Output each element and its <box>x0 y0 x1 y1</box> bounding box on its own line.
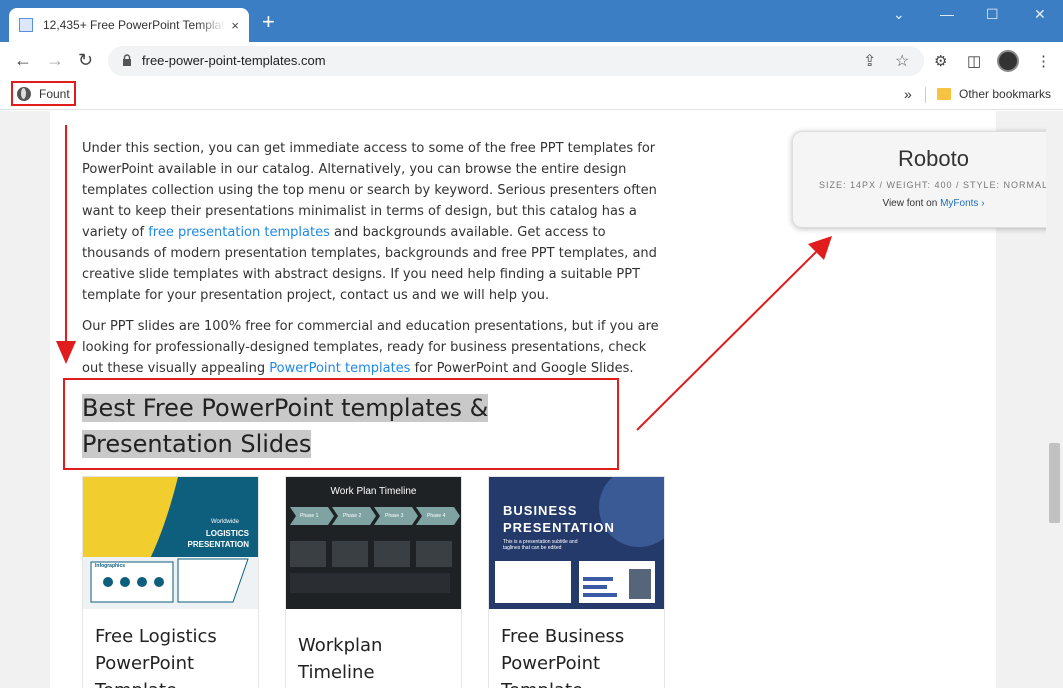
view-font-prefix: View font on <box>882 198 941 209</box>
font-name: Roboto <box>898 146 969 171</box>
folder-icon <box>937 88 951 100</box>
template-card-logistics[interactable]: Worldwide LOGISTICS PRESENTATION Infogra… <box>82 476 259 688</box>
share-icon[interactable]: ⇪ <box>863 51 876 71</box>
phase-1: Phase 1 <box>300 513 319 519</box>
lock-icon <box>123 54 131 66</box>
logistics-sub: Worldwide <box>211 519 239 525</box>
phase-4: Phase 4 <box>427 513 446 519</box>
minimize-button[interactable]: — <box>940 6 954 22</box>
logistics-thumb-small: Infographics <box>95 563 126 569</box>
bookmark-separator <box>925 87 926 103</box>
page-scrollbar[interactable] <box>1046 111 1063 688</box>
tab-close-icon[interactable]: × <box>231 18 239 33</box>
business-thumb-sub: This is a presentation subtitle and tagl… <box>503 539 578 551</box>
bookmark-fount[interactable]: Fount <box>11 81 76 106</box>
second-text-2: for PowerPoint and Google Slides. <box>410 361 634 376</box>
browser-toolbar: ← → ↻ free-power-point-templates.com ⇪ ☆… <box>0 42 1063 80</box>
annotation-highlight-box <box>63 378 619 470</box>
side-panel-icon[interactable]: ◫ <box>967 52 981 70</box>
logistics-thumbnail[interactable]: Worldwide LOGISTICS PRESENTATION Infogra… <box>83 477 258 609</box>
free-presentation-templates-link[interactable]: free presentation templates <box>148 225 330 240</box>
page-content: Under this section, you can get immediat… <box>50 111 1046 688</box>
workplan-card-title[interactable]: Workplan Timeline Template for <box>298 632 458 688</box>
template-card-business[interactable]: BUSINESS PRESENTATION This is a presenta… <box>488 476 665 688</box>
other-bookmarks-button[interactable]: Other bookmarks <box>959 87 1051 101</box>
myfonts-link[interactable]: MyFonts › <box>940 198 984 209</box>
address-bar[interactable]: free-power-point-templates.com ⇪ ☆ <box>108 46 924 76</box>
workplan-thumbnail[interactable]: Work Plan Timeline Phase 1 Phase 2 Phase… <box>286 477 461 609</box>
bookmarks-bar: Fount » Other bookmarks <box>0 80 1063 110</box>
menu-kebab-icon[interactable]: ⋮ <box>1036 52 1051 70</box>
business-thumb-heading: BUSINESS PRESENTATION <box>503 503 615 535</box>
template-card-workplan[interactable]: Work Plan Timeline Phase 1 Phase 2 Phase… <box>285 476 462 688</box>
globe-icon <box>17 86 31 101</box>
logistics-thumb-heading: LOGISTICS PRESENTATION <box>187 529 249 549</box>
back-arrow-icon[interactable]: ← <box>14 50 32 71</box>
maximize-button[interactable]: ☐ <box>986 6 999 23</box>
tab-title: 12,435+ Free PowerPoint Templates <box>43 18 226 32</box>
page-viewport: Under this section, you can get immediat… <box>0 111 1046 688</box>
business-card-title[interactable]: Free Business PowerPoint Template <box>501 623 661 688</box>
title-bar: 12,435+ Free PowerPoint Templates × + ⌄ … <box>0 0 1063 42</box>
active-tab[interactable]: 12,435+ Free PowerPoint Templates × <box>9 8 249 42</box>
more-bookmarks-chevron-icon[interactable]: » <box>904 86 912 102</box>
close-window-button[interactable]: ✕ <box>1034 6 1046 23</box>
bookmark-star-icon[interactable]: ☆ <box>895 51 909 71</box>
phase-3: Phase 3 <box>385 513 404 519</box>
business-thumbnail[interactable]: BUSINESS PRESENTATION This is a presenta… <box>489 477 664 609</box>
bookmark-fount-label: Fount <box>39 86 70 101</box>
tab-search-icon[interactable]: ⌄ <box>893 6 905 23</box>
forward-arrow-icon[interactable]: → <box>46 50 64 71</box>
font-identifier-popup: Roboto SIZE: 14PX / WEIGHT: 400 / STYLE:… <box>792 131 1046 228</box>
second-paragraph: Our PPT slides are 100% free for commerc… <box>82 316 667 379</box>
logistics-card-title[interactable]: Free Logistics PowerPoint Template <box>95 623 255 688</box>
font-meta: SIZE: 14PX / WEIGHT: 400 / STYLE: NORMAL <box>818 180 1046 190</box>
phase-2: Phase 2 <box>343 513 362 519</box>
new-tab-button[interactable]: + <box>262 11 275 33</box>
view-font-link[interactable]: View font on MyFonts › <box>793 198 1046 209</box>
reload-icon[interactable]: ↻ <box>78 50 93 71</box>
powerpoint-templates-link[interactable]: PowerPoint templates <box>269 361 410 376</box>
intro-paragraph: Under this section, you can get immediat… <box>82 138 667 306</box>
url-text[interactable]: free-power-point-templates.com <box>142 53 326 68</box>
scrollbar-thumb[interactable] <box>1049 443 1060 523</box>
page-favicon-icon <box>19 18 33 32</box>
workplan-thumb-heading: Work Plan Timeline <box>330 486 417 497</box>
profile-avatar[interactable] <box>997 50 1019 72</box>
extensions-puzzle-icon[interactable]: ⚙ <box>934 52 947 70</box>
